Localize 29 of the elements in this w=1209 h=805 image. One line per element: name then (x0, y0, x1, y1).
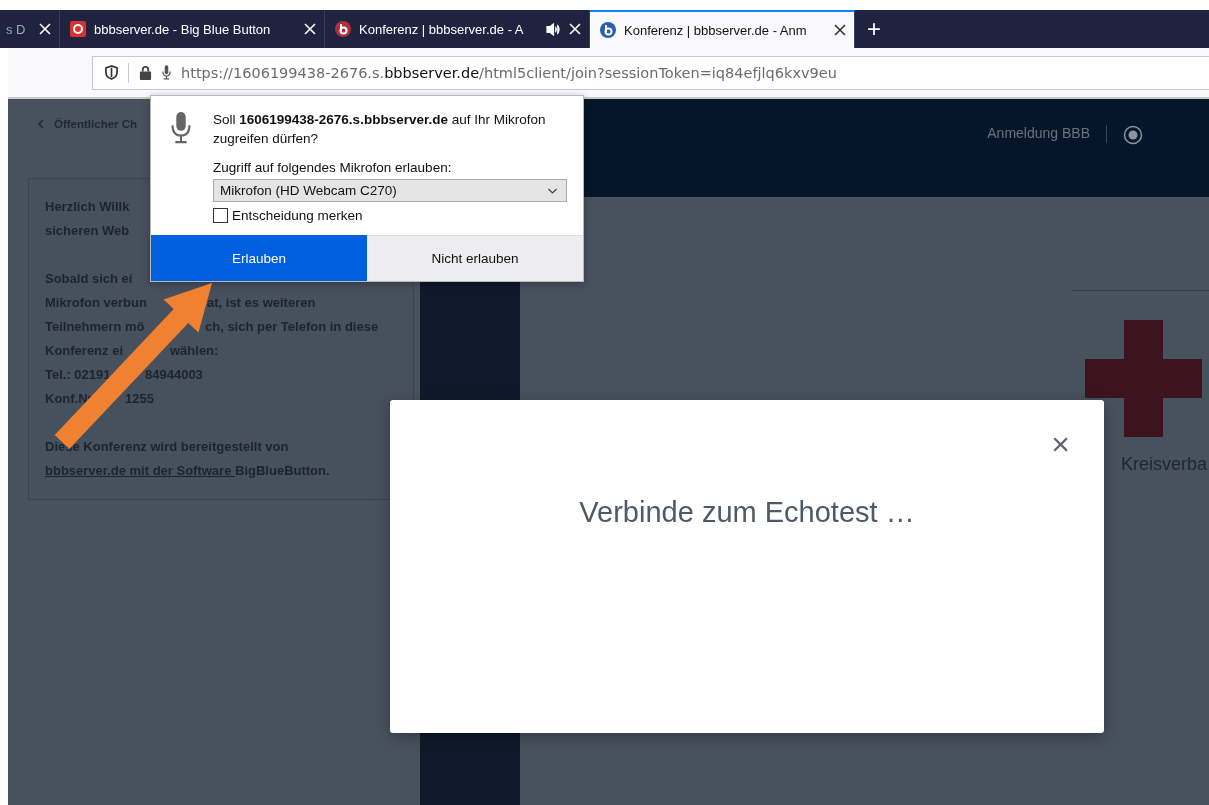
checkbox-label[interactable]: Entscheidung merken (232, 208, 363, 223)
deny-button[interactable]: Nicht erlauben (367, 235, 583, 281)
connecting-message: Verbinde zum Echotest … (578, 496, 916, 529)
tab-title: Konferenz | bbbserver.de - Anm (624, 22, 807, 38)
shield-icon[interactable] (105, 65, 118, 80)
b-logo-icon (335, 21, 351, 37)
new-tab-button[interactable]: + (855, 10, 893, 48)
tab-title: bbbserver.de - Big Blue Button (94, 21, 271, 37)
microphone-icon (171, 112, 191, 144)
browser-tab[interactable]: Konferenz | bbbserver.de - Anm (590, 10, 855, 48)
chevron-down-icon (547, 187, 558, 194)
b-logo-icon (600, 22, 616, 38)
permission-question: Soll 1606199438-2676.s.bbbserver.de auf Ihr Mikrofon zugreifen dürfen? (213, 111, 547, 148)
microphone-select[interactable]: Mikrofon (HD Webcam C270) (213, 179, 567, 202)
microphone-icon[interactable] (162, 65, 171, 80)
close-icon[interactable] (834, 24, 846, 36)
record-icon[interactable] (1123, 125, 1143, 145)
logo-icon (70, 21, 86, 37)
tab-title: Konferenz | bbbserver.de - A (359, 21, 524, 37)
allow-button[interactable]: Erlauben (151, 235, 367, 281)
speaker-icon[interactable] (546, 22, 561, 36)
remember-checkbox[interactable] (213, 208, 228, 223)
user-name[interactable]: Anmeldung BBB (987, 125, 1090, 141)
select-label: Zugriff auf folgendes Mikrofon erlauben: (213, 160, 453, 175)
close-button[interactable]: × (1051, 428, 1070, 460)
tab-title: s D (6, 21, 26, 37)
lock-icon[interactable] (139, 65, 152, 80)
url-text: https://1606199438-2676.s.bbbserver.de/html5client/join?sessionToken=iq84efjlq6kxv9eu (181, 64, 837, 81)
address-bar[interactable]: https://1606199438-2676.s.bbbserver.de/html5client/join?sessionToken=iq84efjlq6kxv9eu (92, 55, 1209, 90)
